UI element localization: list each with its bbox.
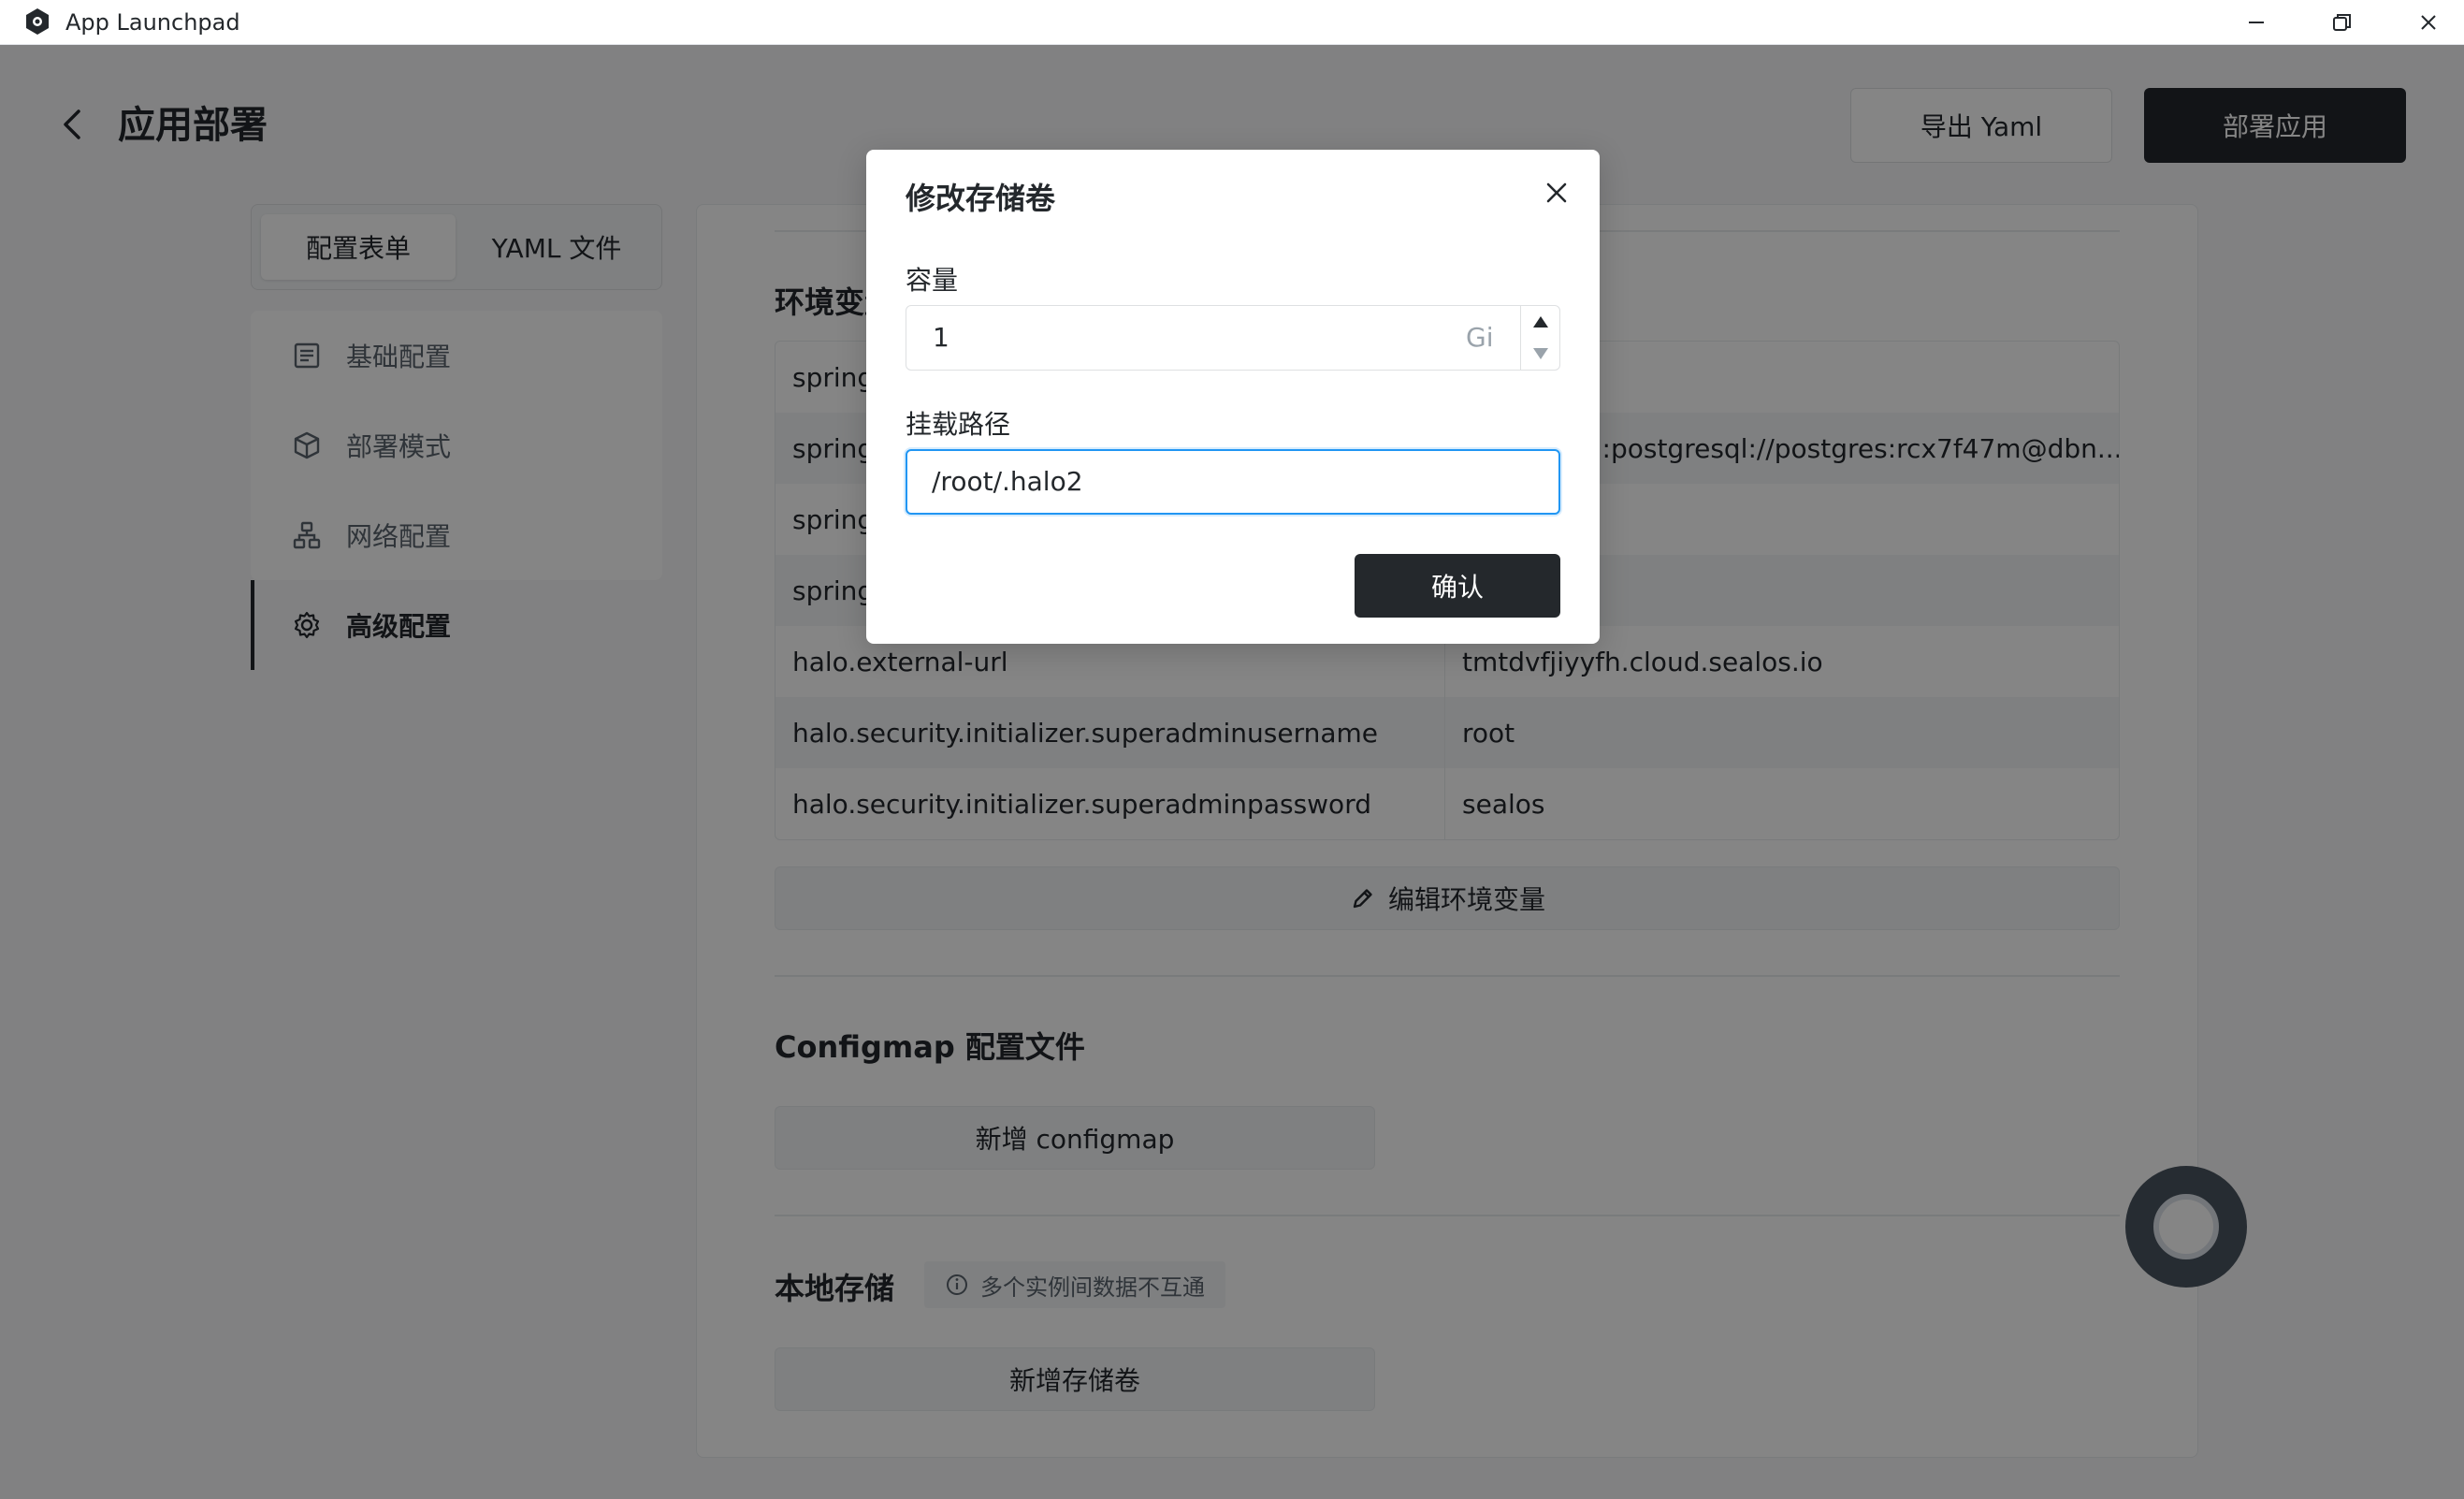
triangle-up-icon [1533, 316, 1548, 327]
close-icon [1546, 182, 1567, 203]
capacity-stepper [1520, 306, 1559, 370]
capacity-unit: Gi [1466, 322, 1494, 353]
modal-close-button[interactable] [1536, 172, 1577, 213]
restore-icon [2333, 14, 2351, 31]
minimize-button[interactable] [2213, 0, 2299, 45]
edit-volume-modal: 修改存储卷 容量 1 Gi 挂载路径 /root/.halo2 确认 [866, 150, 1600, 644]
minimize-icon [2249, 22, 2264, 23]
modal-title: 修改存储卷 [906, 181, 1056, 216]
capacity-label: 容量 [906, 265, 959, 296]
confirm-button[interactable]: 确认 [1355, 554, 1560, 618]
close-icon [2421, 15, 2436, 30]
restore-button[interactable] [2299, 0, 2385, 45]
triangle-down-icon [1533, 348, 1548, 359]
mount-path-label: 挂载路径 [906, 409, 1011, 440]
mount-path-input[interactable]: /root/.halo2 [906, 449, 1560, 515]
capacity-input[interactable]: 1 Gi [906, 305, 1560, 371]
window-titlebar: App Launchpad [0, 0, 2464, 45]
mount-path-value: /root/.halo2 [932, 466, 1083, 497]
window-title: App Launchpad [65, 9, 240, 36]
decrement-button[interactable] [1521, 338, 1560, 370]
window-close-button[interactable] [2385, 0, 2464, 45]
app-logo-icon [22, 7, 52, 36]
capacity-value: 1 [933, 322, 949, 353]
increment-button[interactable] [1521, 306, 1560, 338]
